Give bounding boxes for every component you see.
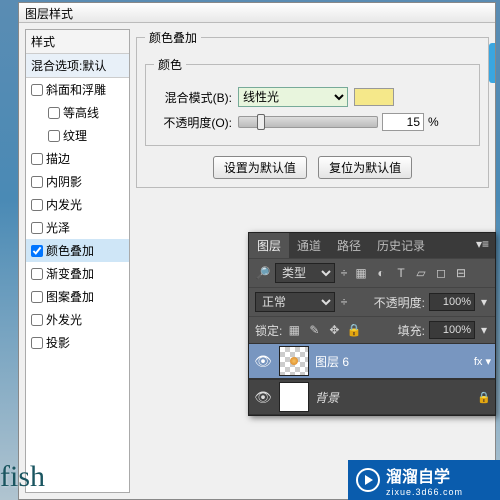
sidebar-item-label: 渐变叠加 [46,265,94,282]
color-group: 颜色 混合模式(B): 线性光 不透明度(O): 15 % [145,56,480,146]
visibility-icon[interactable]: 👁 [253,353,273,370]
sidebar-checkbox-4[interactable] [31,176,43,188]
fill-value[interactable]: 100% [429,321,475,339]
tab-layers[interactable]: 图层 [249,233,289,258]
sidebar-item-10[interactable]: 外发光 [26,308,129,331]
watermark: 溜溜自学 zixue.3d66.com [348,460,500,500]
color-swatch[interactable] [354,88,394,106]
lock-brush-icon[interactable]: ✎ [306,322,322,338]
sidebar-item-7[interactable]: 颜色叠加 [26,239,129,262]
sidebar-item-label: 纹理 [63,127,87,144]
layer-thumbnail[interactable] [279,382,309,412]
sidebar-item-0[interactable]: 斜面和浮雕 [26,78,129,101]
sidebar-checkbox-3[interactable] [31,153,43,165]
sidebar-item-3[interactable]: 描边 [26,147,129,170]
layers-list: 👁 图层 6 fx ▾ 👁 背景 🔒 [249,343,495,415]
layer-row[interactable]: 👁 背景 🔒 [249,379,495,415]
color-group-title: 颜色 [154,56,186,73]
opacity-label: 不透明度(O): [154,114,232,131]
sidebar-checkbox-7[interactable] [31,245,43,257]
filter-image-icon[interactable]: ▦ [353,265,369,281]
sidebar-checkbox-2[interactable] [48,130,60,142]
blend-mode-select[interactable]: 线性光 [238,87,348,107]
reset-default-button[interactable]: 复位为默认值 [318,156,412,179]
layer-name[interactable]: 背景 [315,389,471,406]
filter-shape-icon[interactable]: ▱ [413,265,429,281]
sidebar-checkbox-0[interactable] [31,84,43,96]
sidebar-item-label: 等高线 [63,104,99,121]
panel-menu-icon[interactable]: ▾≡ [470,233,495,258]
sidebar-header[interactable]: 样式 [26,30,129,54]
lock-all-icon[interactable]: 🔒 [346,322,362,338]
watermark-brand: 溜溜自学 [386,463,463,487]
layer-thumbnail[interactable] [279,346,309,376]
sidebar-checkbox-10[interactable] [31,314,43,326]
opacity-unit: % [428,115,439,129]
blend-mode-label: 混合模式(B): [154,89,232,106]
filter-type-icon[interactable]: T [393,265,409,281]
color-overlay-group: 颜色叠加 颜色 混合模式(B): 线性光 不透明度(O): 15 % [136,29,489,188]
layers-panel: 图层 通道 路径 历史记录 ▾≡ 🔎 类型 ÷ ▦ ◐ T ▱ ◻ ⊟ 正常 ÷… [248,232,496,416]
filter-kind-select[interactable]: 类型 [275,263,335,283]
layer-row[interactable]: 👁 图层 6 fx ▾ [249,343,495,379]
fill-label: 填充: [398,322,425,339]
filter-adjust-icon[interactable]: ◐ [373,265,389,281]
sidebar-item-label: 光泽 [46,219,70,236]
sidebar-item-label: 内阴影 [46,173,82,190]
layer-name[interactable]: 图层 6 [315,353,468,370]
slider-thumb[interactable] [257,114,265,130]
fish-logo: fish [0,460,45,494]
opacity-slider[interactable] [238,116,378,128]
sidebar-checkbox-5[interactable] [31,199,43,211]
sidebar-item-label: 图案叠加 [46,288,94,305]
sidebar-item-11[interactable]: 投影 [26,331,129,354]
group-title: 颜色叠加 [145,29,201,46]
sidebar-item-4[interactable]: 内阴影 [26,170,129,193]
lock-icon: 🔒 [477,391,491,404]
fx-icon[interactable]: fx ▾ [474,355,491,368]
window-title: 图层样式 [19,3,495,23]
sidebar-item-5[interactable]: 内发光 [26,193,129,216]
opacity-panel-value[interactable]: 100% [429,293,475,311]
lock-move-icon[interactable]: ✥ [326,322,342,338]
lock-label: 锁定: [255,322,282,339]
dropdown-arrow-icon: ÷ [339,266,349,280]
sidebar-checkbox-1[interactable] [48,107,60,119]
search-icon[interactable]: 🔎 [255,265,271,281]
blend-mode-panel-select[interactable]: 正常 [255,292,335,312]
lock-pixels-icon[interactable]: ▦ [286,322,302,338]
set-default-button[interactable]: 设置为默认值 [213,156,307,179]
sidebar-checkbox-8[interactable] [31,268,43,280]
sidebar-item-label: 投影 [46,334,70,351]
sidebar-checkbox-11[interactable] [31,337,43,349]
sidebar-item-8[interactable]: 渐变叠加 [26,262,129,285]
sidebar-item-label: 斜面和浮雕 [46,81,106,98]
sidebar-item-label: 描边 [46,150,70,167]
filter-toggle-icon[interactable]: ⊟ [453,265,469,281]
sidebar-item-label: 颜色叠加 [46,242,94,259]
sidebar-blend-default[interactable]: 混合选项:默认 [26,54,129,78]
sidebar-item-label: 外发光 [46,311,82,328]
sidebar-item-label: 内发光 [46,196,82,213]
opacity-panel-label: 不透明度: [374,294,425,311]
watermark-url: zixue.3d66.com [386,487,463,497]
sidebar-item-6[interactable]: 光泽 [26,216,129,239]
panel-tabs: 图层 通道 路径 历史记录 ▾≡ [249,233,495,258]
sidebar-item-2[interactable]: 纹理 [26,124,129,147]
sidebar-checkbox-6[interactable] [31,222,43,234]
filter-smart-icon[interactable]: ◻ [433,265,449,281]
sidebar-item-9[interactable]: 图案叠加 [26,285,129,308]
visibility-icon[interactable]: 👁 [253,389,273,406]
tab-paths[interactable]: 路径 [329,233,369,258]
sidebar-checkbox-9[interactable] [31,291,43,303]
tab-channels[interactable]: 通道 [289,233,329,258]
play-icon [356,468,380,492]
opacity-value[interactable]: 15 [382,113,424,131]
sidebar-item-1[interactable]: 等高线 [26,101,129,124]
style-sidebar: 样式 混合选项:默认 斜面和浮雕等高线纹理描边内阴影内发光光泽颜色叠加渐变叠加图… [25,29,130,493]
right-stripe [489,43,495,83]
tab-history[interactable]: 历史记录 [369,233,433,258]
